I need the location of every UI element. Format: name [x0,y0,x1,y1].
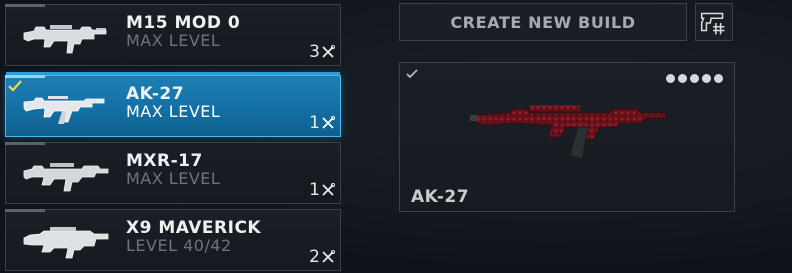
rifle-thumbnail-icon [20,82,112,130]
rarity-dot [690,74,699,83]
crossed-wrench-icon [322,45,335,58]
weapon-name: M15 MOD 0 [126,13,241,33]
card-corner-tab [5,75,45,78]
build-preview-card[interactable]: AK-27 [399,62,735,212]
preview-weapon-name: AK-27 [411,187,470,207]
weapon-level: MAX LEVEL [126,102,221,121]
rifle-thumbnail-icon [20,216,112,264]
weapon-card-m15-mod-0[interactable]: M15 MOD 0 MAX LEVEL 3 [5,4,341,66]
selected-indicator-bar [6,72,340,75]
rarity-dot [714,74,723,83]
card-corner-tab [5,142,45,145]
weapon-name: MXR-17 [126,151,203,171]
card-corner-tab [5,4,45,7]
crossed-wrench-icon [322,116,335,129]
weapon-card-ak-27[interactable]: AK-27 MAX LEVEL 1 [5,72,341,137]
weapon-name: X9 MAVERICK [126,218,262,238]
rifle-thumbnail-icon [20,149,112,197]
build-count: 2 [309,247,335,267]
pistol-hash-icon [700,12,725,35]
weapon-name: AK-27 [126,84,185,104]
weapon-level: MAX LEVEL [126,31,221,50]
check-icon [406,69,418,79]
build-count: 1 [309,113,335,133]
card-corner-tab [5,209,45,212]
rarity-dots [666,74,723,83]
build-count: 1 [309,180,335,200]
rarity-dot [702,74,711,83]
weapon-card-mxr-17[interactable]: MXR-17 MAX LEVEL 1 [5,142,341,204]
weapon-level: LEVEL 40/42 [126,236,232,255]
rifle-thumbnail-icon [20,11,112,59]
build-count-value: 3 [309,42,320,62]
rarity-dot [666,74,675,83]
build-code-button[interactable] [695,3,733,41]
build-count-value: 1 [309,180,320,200]
ak-27-weapon-preview-image [470,105,667,160]
crossed-wrench-icon [322,183,335,196]
build-count-value: 1 [309,113,320,133]
build-count: 3 [309,42,335,62]
crossed-wrench-icon [322,250,335,263]
weapon-card-x9-maverick[interactable]: X9 MAVERICK LEVEL 40/42 2 [5,209,341,271]
create-new-build-button[interactable]: CREATE NEW BUILD [399,3,687,41]
weapon-level: MAX LEVEL [126,169,221,188]
rarity-dot [678,74,687,83]
build-count-value: 2 [309,247,320,267]
